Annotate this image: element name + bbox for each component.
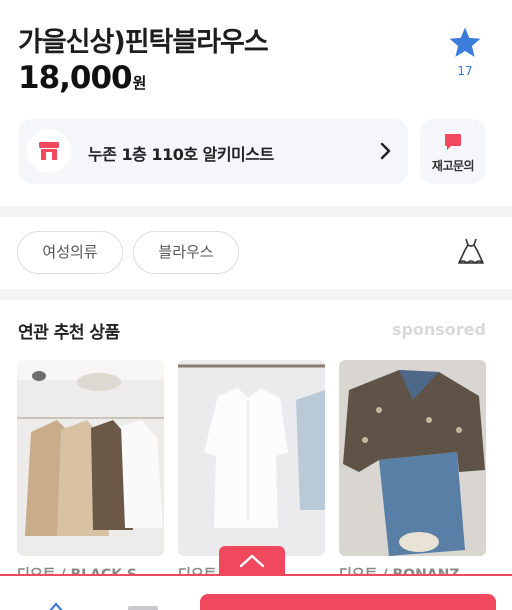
price-row: 18,000원 [18, 60, 146, 96]
tag-chip[interactable]: 여성의류 [17, 231, 123, 274]
store-icon-badge [27, 129, 71, 173]
stock-inquiry-button[interactable]: 재고문의 [420, 119, 486, 184]
favorite-button[interactable]: 17 [440, 26, 490, 78]
chevron-right-icon [380, 142, 391, 160]
sponsored-label: sponsored [391, 320, 486, 339]
product-thumbnail [17, 360, 164, 556]
product-header: 가을신상)핀탁블라우스 18,000원 17 [0, 0, 512, 110]
store-name: 누존 1층 110호 알키미스트 [88, 145, 274, 164]
star-icon [449, 27, 481, 57]
price-unit: 원 [132, 74, 147, 92]
product-title: 가을신상)핀탁블라우스 [18, 27, 269, 58]
favorite-count: 17 [457, 64, 473, 78]
product-thumbnail [178, 360, 325, 556]
buy-button[interactable] [200, 594, 496, 610]
price-value: 18,000 [18, 60, 133, 96]
product-thumbnail [339, 360, 486, 556]
related-section-title: 연관 추천 상품 [18, 323, 120, 343]
dress-icon[interactable] [455, 236, 487, 268]
store-icon [39, 142, 59, 160]
scroll-to-top-button[interactable] [219, 546, 285, 576]
section-divider [0, 206, 512, 217]
share-icon[interactable] [46, 602, 66, 610]
chevron-up-icon [239, 554, 265, 568]
cart-icon[interactable] [128, 606, 158, 610]
tag-chip[interactable]: 블라우스 [133, 231, 239, 274]
stock-inquiry-label: 재고문의 [431, 159, 475, 173]
chat-bubble-icon [445, 134, 461, 150]
section-divider [0, 289, 512, 300]
store-link[interactable]: 누존 1층 110호 알키미스트 [18, 119, 408, 184]
